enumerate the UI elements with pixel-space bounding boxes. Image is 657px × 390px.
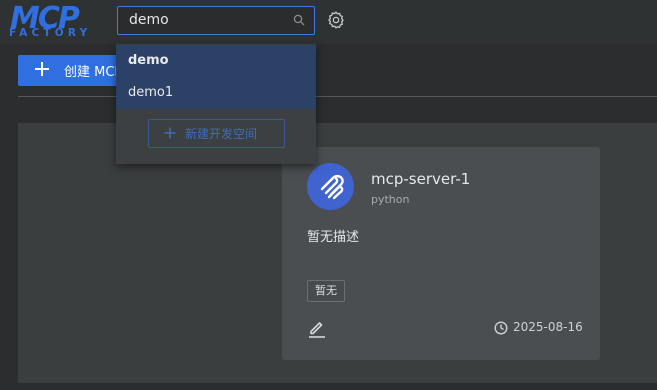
logo-subtext: FACTORY [9, 27, 92, 39]
card-tag: 暂无 [307, 280, 345, 302]
dropdown-item-label: demo [128, 53, 169, 68]
mcp-logo-icon [307, 163, 354, 210]
search-input-value[interactable]: demo [129, 12, 169, 28]
dropdown-item-label: demo1 [128, 85, 174, 100]
create-mcp-label: 创建 MCP [64, 65, 123, 80]
top-bar: MCP FACTORY demo [0, 0, 657, 44]
card-description: 暂无描述 [307, 230, 360, 245]
workspace-dropdown: demo demo1 新建开发空间 [116, 44, 316, 164]
search-icon[interactable] [293, 14, 305, 26]
create-mcp-button[interactable]: 创建 MCP [18, 55, 128, 86]
new-workspace-label: 新建开发空间 [185, 127, 258, 141]
dropdown-item-demo[interactable]: demo [116, 45, 316, 77]
card-date: 2025-08-16 [513, 320, 583, 334]
search-input[interactable]: demo [117, 6, 315, 35]
clock-icon [494, 321, 508, 335]
plus-icon [35, 62, 49, 76]
card-title[interactable]: mcp-server-1 [371, 170, 470, 188]
dropdown-item-demo1[interactable]: demo1 [116, 77, 316, 109]
gear-icon[interactable] [326, 10, 346, 30]
plus-icon [164, 127, 176, 139]
divider [18, 96, 657, 97]
logo[interactable]: MCP FACTORY [8, 1, 110, 40]
edit-icon[interactable] [307, 319, 327, 339]
card-language: python [371, 193, 410, 206]
new-workspace-button[interactable]: 新建开发空间 [148, 119, 285, 148]
mcp-server-card[interactable]: mcp-server-1 python 暂无描述 暂无 2025-08-16 [282, 147, 600, 360]
